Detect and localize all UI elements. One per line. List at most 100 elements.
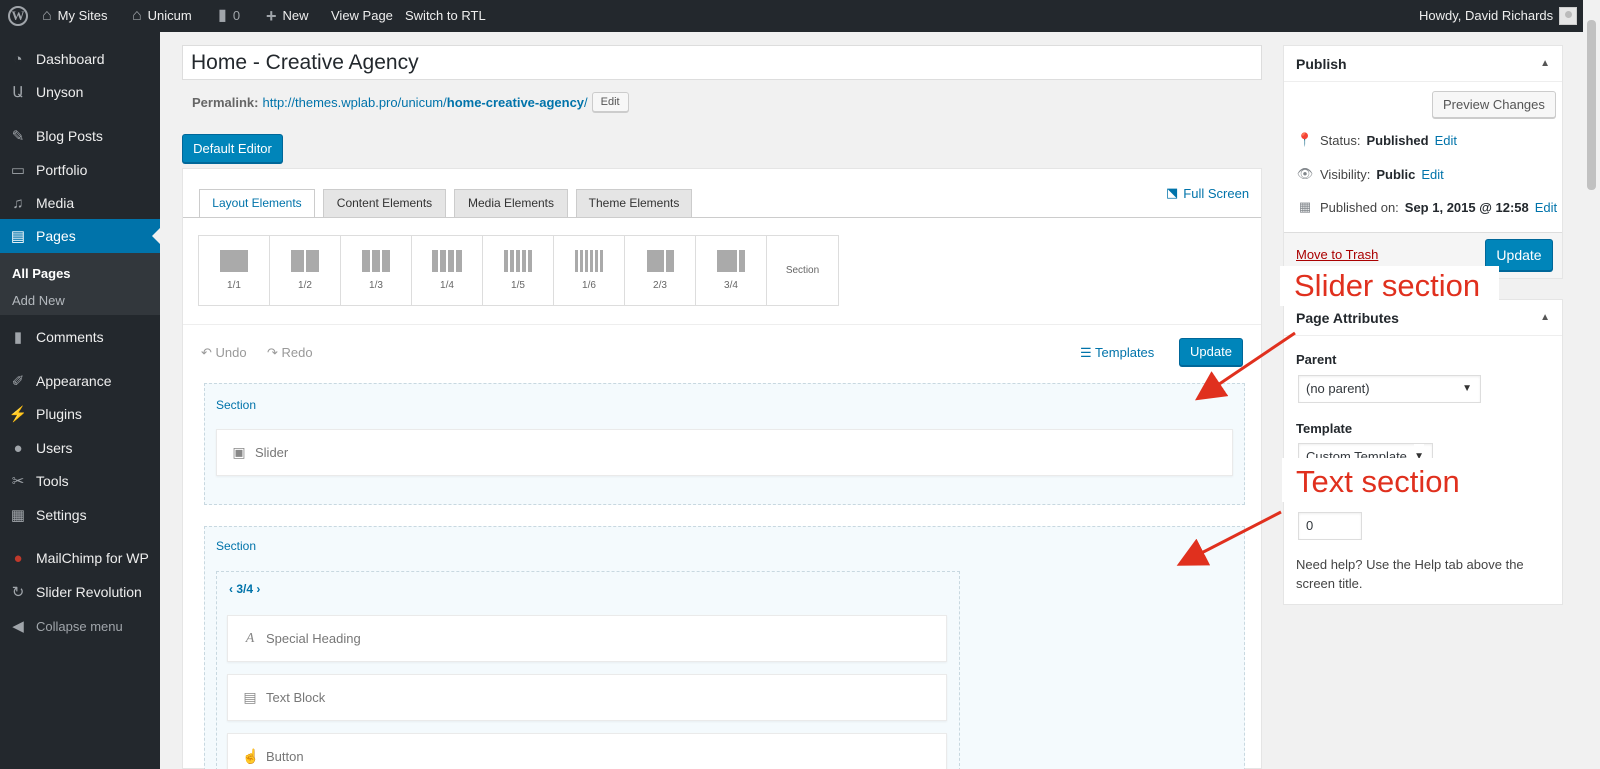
publish-box-title[interactable]: Publish ▲ (1284, 46, 1562, 82)
site-name-menu[interactable]: ⌂ Unicum (132, 0, 192, 32)
menu-item-appearance[interactable]: ✐ Appearance (0, 364, 160, 398)
menu-item-plugins[interactable]: ⚡ Plugins (0, 397, 160, 431)
view-page-link[interactable]: View Page (331, 0, 393, 32)
menu-item-media[interactable]: ♫ Media (0, 186, 160, 220)
column-1-2-icon (291, 250, 319, 272)
my-sites-menu[interactable]: ⌂ My Sites (42, 0, 108, 32)
parent-select[interactable]: (no parent) ▼ (1298, 375, 1481, 403)
scrollbar-thumb[interactable] (1587, 20, 1596, 190)
tab-media-elements[interactable]: Media Elements (454, 189, 568, 217)
menu-item-users[interactable]: ● Users (0, 431, 160, 465)
menu-item-settings[interactable]: ▦ Settings (0, 498, 160, 532)
redo-icon: ↷ (267, 345, 282, 360)
column-3-4[interactable]: 3/4 (696, 236, 767, 305)
menu-item-portfolio[interactable]: ▭ Portfolio (0, 153, 160, 187)
collapse-menu-button[interactable]: ◀ Collapse menu (0, 609, 160, 643)
order-input[interactable]: 0 (1298, 512, 1362, 540)
column-size-control[interactable]: ‹ 3/4 › (229, 582, 260, 596)
move-to-trash-link[interactable]: Move to Trash (1296, 247, 1378, 262)
refresh-icon: ↻ (11, 584, 25, 601)
column-1-6[interactable]: 1/6 (554, 236, 625, 305)
submenu-all-pages[interactable]: All Pages (12, 266, 71, 281)
permalink-row: Permalink: http://themes.wplab.pro/unicu… (192, 92, 629, 112)
pin-icon: ✎ (11, 128, 25, 145)
heading-icon: A (245, 630, 255, 646)
column-2-3-icon (646, 250, 674, 272)
account-menu[interactable]: Howdy, David Richards (1419, 0, 1578, 32)
column-picker: 1/1 1/2 1/3 1/4 1/5 1/6 2/3 3/4 Section (198, 235, 839, 306)
edit-visibility-link[interactable]: Edit (1421, 167, 1443, 182)
parent-label: Parent (1296, 352, 1337, 367)
menu-item-tools[interactable]: ✂ Tools (0, 464, 160, 498)
text-section[interactable]: Section ‹ 3/4 › A Special Heading ▤ Text B… (204, 526, 1245, 769)
menu-item-dashboard[interactable]: ◔ Dashboard (0, 42, 160, 76)
comment-icon: ▮ (13, 329, 23, 346)
edit-status-link[interactable]: Edit (1435, 133, 1457, 148)
permalink-link[interactable]: http://themes.wplab.pro/unicum/home-crea… (262, 95, 587, 110)
calendar-icon: ▦ (1298, 199, 1312, 214)
full-screen-button[interactable]: ⬔ Full Screen (1166, 185, 1249, 201)
column-1-1-icon (220, 250, 248, 272)
comments-menu[interactable]: ▮ 0 (218, 0, 240, 32)
slider-icon: ▣ (232, 444, 246, 460)
column-1-4[interactable]: 1/4 (412, 236, 483, 305)
menu-item-mailchimp[interactable]: ● MailChimp for WP (0, 541, 160, 575)
column-1-1[interactable]: 1/1 (199, 236, 270, 305)
button-shortcode[interactable]: ☝ Button (227, 733, 947, 769)
brush-icon: ✐ (11, 373, 25, 390)
preview-changes-button[interactable]: Preview Changes (1432, 91, 1556, 118)
section-label: Section (216, 539, 257, 553)
redo-button[interactable]: ↷ Redo (267, 345, 313, 361)
special-heading-shortcode[interactable]: A Special Heading (227, 615, 947, 662)
plus-icon: + (266, 6, 277, 26)
column-1-5-icon (504, 250, 532, 272)
builder-update-button[interactable]: Update (1179, 338, 1243, 366)
undo-button[interactable]: ↶ Undo (201, 345, 247, 361)
column-1-5[interactable]: 1/5 (483, 236, 554, 305)
page-attributes-box: Page Attributes ▲ Parent (no parent) ▼ Tem… (1283, 299, 1563, 605)
column-1-3[interactable]: 1/3 (341, 236, 412, 305)
fullscreen-icon: ⬔ (1166, 185, 1179, 200)
tab-divider (183, 217, 1261, 218)
new-content-menu[interactable]: + New (266, 0, 309, 32)
avatar (1559, 7, 1578, 25)
tab-content-elements[interactable]: Content Elements (323, 189, 446, 217)
text-block-shortcode[interactable]: ▤ Text Block (227, 674, 947, 721)
menu-item-unyson[interactable]: Ա Unyson (0, 75, 160, 109)
collapse-arrow-icon[interactable]: ▲ (1540, 46, 1550, 82)
submenu-add-new[interactable]: Add New (12, 293, 65, 308)
post-title-input[interactable]: Home - Creative Agency (182, 45, 1262, 80)
switch-rtl-link[interactable]: Switch to RTL (405, 0, 486, 32)
home-icon: ⌂ (132, 7, 142, 24)
collapse-arrow-icon[interactable]: ▲ (1540, 300, 1550, 336)
menu-item-slider-revolution[interactable]: ↻ Slider Revolution (0, 575, 160, 609)
collapse-arrow-icon: ◀ (12, 618, 24, 635)
menu-item-pages[interactable]: ▤ Pages (0, 219, 160, 253)
edit-date-link[interactable]: Edit (1535, 200, 1557, 215)
default-editor-button[interactable]: Default Editor (182, 134, 283, 163)
undo-icon: ↶ (201, 345, 216, 360)
slider-section[interactable]: Section ▣ Slider (204, 383, 1245, 505)
toolbar-divider (183, 324, 1261, 325)
edit-permalink-button[interactable]: Edit (591, 92, 629, 112)
chevron-right-icon[interactable]: › (253, 582, 260, 596)
page-scrollbar[interactable] (1583, 0, 1600, 769)
menu-item-comments[interactable]: ▮ Comments (0, 320, 160, 354)
section-label: Section (216, 398, 257, 412)
templates-button[interactable]: ☰ Templates (1080, 345, 1154, 361)
tab-theme-elements[interactable]: Theme Elements (576, 189, 692, 217)
templates-icon: ☰ (1080, 345, 1096, 360)
menu-item-blog-posts[interactable]: ✎ Blog Posts (0, 119, 160, 153)
column-1-4-icon (432, 250, 462, 272)
slider-shortcode[interactable]: ▣ Slider (216, 429, 1233, 476)
column-1-2[interactable]: 1/2 (270, 236, 341, 305)
column-2-3[interactable]: 2/3 (625, 236, 696, 305)
column-3-4-container[interactable]: ‹ 3/4 › A Special Heading ▤ Text Block ☝ Bu… (216, 571, 960, 769)
slider-section-annotation: Slider section (1294, 268, 1481, 303)
wordpress-logo-icon[interactable]: W (8, 0, 28, 32)
pin-icon: 📍 (1296, 132, 1314, 147)
settings-icon: ▦ (10, 507, 26, 524)
pages-icon: ▤ (10, 228, 26, 245)
section-element[interactable]: Section (767, 236, 838, 305)
tab-layout-elements[interactable]: Layout Elements (199, 189, 315, 218)
